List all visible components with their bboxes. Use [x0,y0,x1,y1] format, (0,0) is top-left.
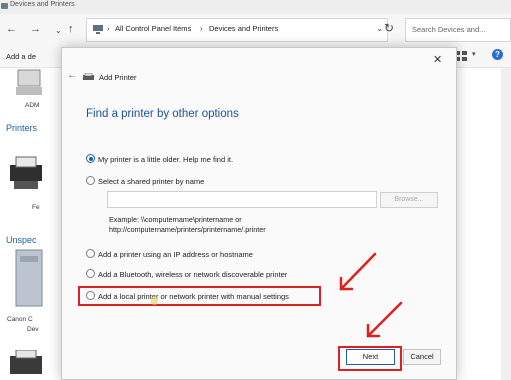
breadcrumb-separator: › [107,24,110,33]
add-device-button[interactable]: Add a de [6,52,36,61]
printer-device-icon[interactable] [6,350,46,380]
printer-icon [83,73,94,80]
radio-selected[interactable] [86,154,95,163]
option-shared-printer[interactable]: Select a shared printer by name [86,176,204,186]
dialog-title: Add Printer [99,73,137,82]
device-label-canon: Canon C [7,316,33,323]
example-text: Example: \\computername\printername or h… [109,215,266,235]
browse-button[interactable]: Browse... [380,192,438,208]
recent-dropdown-icon[interactable]: ⌄ [55,26,62,35]
view-dropdown-icon[interactable]: ▾ [472,50,476,58]
breadcrumb-devices-printers[interactable]: Devices and Printers [209,24,278,33]
radio-unselected[interactable] [86,269,95,278]
example-line-1: Example: \\computername\printername or [109,215,242,224]
devices-printers-icon [1,3,8,9]
scrollbar[interactable] [501,68,511,380]
option-label: Add a printer using an IP address or hos… [98,250,253,259]
highlight-box-next [338,346,402,371]
canon-device-icon[interactable] [14,248,44,308]
forward-button[interactable]: → [30,23,41,35]
device-label-fe: Fe [32,204,40,211]
window-title: Devices and Printers [10,1,75,8]
address-bar[interactable]: › All Control Panel Items › Devices and … [86,18,388,42]
cancel-button[interactable]: Cancel [403,349,441,365]
radio-unselected[interactable] [86,249,95,258]
back-button[interactable]: ← [6,23,17,35]
option-bluetooth-wireless[interactable]: Add a Bluetooth, wireless or network dis… [86,269,287,279]
computer-device-icon[interactable] [14,68,44,98]
page-heading: Find a printer by other options [86,108,239,120]
add-printer-dialog: ✕ ← Add Printer Find a printer by other … [61,47,457,380]
breadcrumb-control-panel[interactable]: All Control Panel Items [115,24,191,33]
section-printers: Printers [6,123,38,133]
option-older-printer[interactable]: My printer is a little older. Help me fi… [86,154,233,164]
option-label: My printer is a little older. Help me fi… [98,155,234,164]
help-icon[interactable]: ? [492,49,503,60]
device-label-dev: Dev [27,326,39,333]
option-label: Add a Bluetooth, wireless or network dis… [98,270,288,279]
device-label-adm: ADM [25,102,40,109]
option-ip-address[interactable]: Add a printer using an IP address or hos… [86,249,253,259]
close-icon[interactable]: ✕ [433,53,442,66]
cursor-highlight [151,296,158,305]
example-line-2: http://computername/printers/printername… [109,225,266,234]
option-label: Select a shared printer by name [98,177,205,186]
refresh-button[interactable]: ↻ [384,21,394,35]
radio-unselected[interactable] [86,176,95,185]
address-dropdown-icon[interactable]: ⌄ [376,24,383,33]
fax-printer-icon[interactable] [6,153,46,193]
search-input[interactable]: Search Devices and... [405,18,511,42]
shared-printer-name-input[interactable] [107,191,377,208]
section-unspecified: Unspec [6,235,37,245]
breadcrumb-separator: › [200,24,203,33]
back-arrow-icon[interactable]: ← [67,70,77,81]
search-placeholder: Search Devices and... [412,25,486,34]
control-panel-icon [93,25,103,34]
highlight-box-local-option [78,286,321,306]
up-button[interactable]: ↑ [68,23,74,35]
window-titlebar: Devices and Printers [0,0,511,14]
